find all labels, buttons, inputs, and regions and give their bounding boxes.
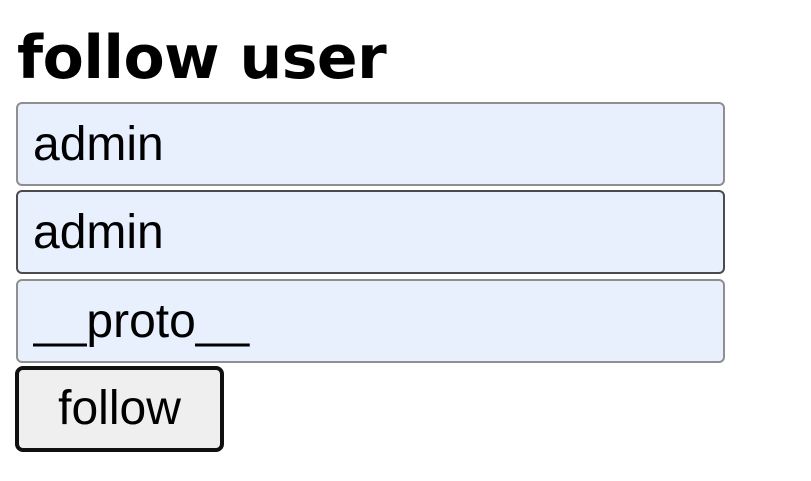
follow-button[interactable]: follow [15,366,224,452]
property-field[interactable] [16,279,725,363]
username-field[interactable] [16,102,725,186]
page-title: follow user [17,23,387,93]
follow-target-field[interactable] [16,190,725,274]
